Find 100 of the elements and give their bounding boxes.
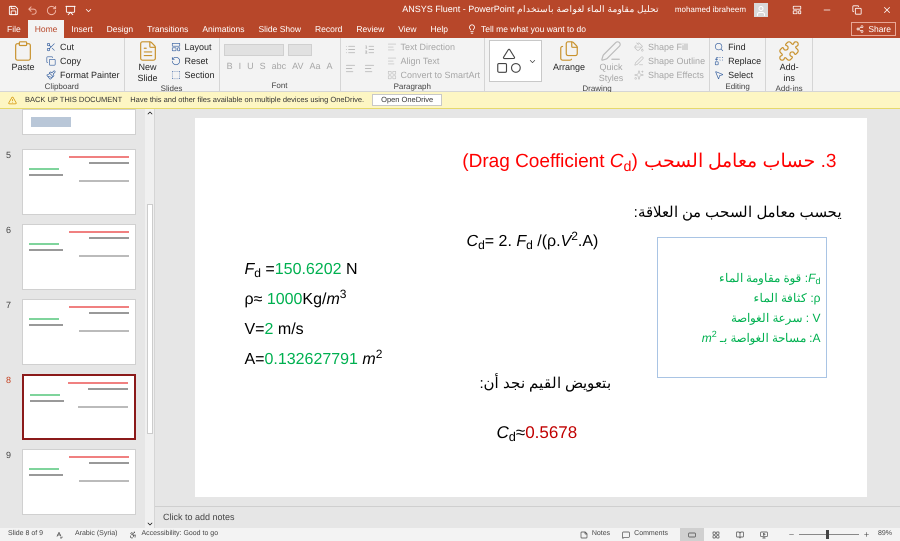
ribbon-tab[interactable]: Animations [195, 20, 252, 38]
spelling-icon[interactable] [55, 530, 64, 538]
ribbon-small-button[interactable]: Find [714, 40, 762, 54]
save-icon[interactable] [8, 4, 19, 16]
window-title: تحليل مقاومة الماء لغواصة باستخدام ANSYS Fluent - PowerPoint [401, 3, 659, 16]
ribbon-button-icon [600, 40, 622, 62]
ribbon-tab[interactable]: Review [349, 20, 392, 38]
zoom-out-icon[interactable] [788, 531, 795, 538]
ribbon-small-button[interactable]: Reset [170, 54, 215, 68]
ribbon-display-icon[interactable] [792, 5, 802, 15]
ribbon-large-button[interactable]: Add-ins [770, 40, 808, 84]
ribbon-button-icon [386, 42, 396, 52]
group-label: Slides [160, 84, 184, 94]
zoom-in-icon[interactable] [862, 531, 870, 538]
ribbon-button-icon [386, 56, 396, 66]
thumbnail-scrollbar[interactable] [145, 109, 155, 528]
shapes-gallery[interactable] [489, 40, 542, 82]
ribbon-small-button[interactable]: Format Painter [46, 68, 120, 82]
presentation-icon[interactable] [65, 4, 76, 16]
view-icon [760, 530, 768, 538]
legend-line: V : سرعة الغواصة [731, 310, 820, 324]
slide-number: 6 [6, 224, 12, 237]
ribbon-small-button[interactable]: Cut [46, 40, 120, 54]
ribbon-tab[interactable]: Home [28, 20, 64, 38]
slide-text: يحسب معامل السحب من العلاقة: [634, 204, 842, 221]
user-name: mohamed ibraheem [674, 4, 746, 16]
slide-title: 3. حساب معامل السحب [644, 150, 836, 174]
legend-line: ρ: كثافة الماء [754, 290, 820, 304]
share-icon [856, 25, 864, 33]
variable-line: V=2 m/s [244, 320, 305, 340]
group-label: Add-ins [774, 84, 804, 94]
result-line: C$_{d}$≈0.5678 [496, 422, 578, 446]
font-size-field[interactable] [288, 44, 312, 56]
ribbon-button-icon [634, 56, 644, 66]
ribbon-button-icon [46, 56, 56, 66]
view-icon [736, 530, 744, 538]
slide-number: 9 [6, 449, 12, 462]
ribbon-button-icon [558, 40, 580, 62]
warning-icon [8, 96, 17, 104]
ribbon-small-button[interactable]: Select [714, 68, 762, 82]
ribbon-button-icon [170, 70, 181, 80]
restore-icon[interactable] [852, 5, 862, 15]
ribbon-button-icon [170, 42, 181, 52]
group-label: Font [270, 81, 289, 91]
ribbon-tab[interactable]: Record [308, 20, 350, 38]
ribbon-tab[interactable]: Transitions [140, 20, 196, 38]
share-button[interactable]: Share [851, 22, 896, 36]
undo-icon[interactable] [27, 4, 38, 16]
close-icon[interactable] [882, 5, 892, 15]
comment-icon [622, 530, 630, 538]
scroll-up-icon[interactable] [146, 109, 154, 117]
ribbon-large-button[interactable]: New Slide [128, 40, 167, 84]
slide-thumbnail[interactable] [22, 374, 136, 440]
view-icon [712, 530, 720, 538]
ribbon-button-icon [386, 70, 396, 80]
group-label: Drawing [581, 84, 613, 94]
accessibility-icon [129, 530, 138, 538]
ribbon-tab[interactable]: Slide Show [251, 20, 308, 38]
ribbon-small-button[interactable]: Copy [46, 54, 120, 68]
ribbon-button-icon [12, 40, 34, 62]
font-name-field[interactable] [224, 44, 284, 56]
formula: C$_{d}$= 2. F$_{d}$ /(ρ.V$^{2}$.A) [466, 233, 598, 250]
align-icon[interactable] [364, 63, 374, 74]
variable-line: ρ≈ 1000Kg/m$^{3}$ [244, 288, 348, 310]
slide-title-english: (Drag Coefficient C$_{d}$) [462, 150, 638, 176]
ribbon-button-icon [170, 56, 181, 66]
variable-line: A=0.132627791 m$^{2}$ [244, 348, 382, 370]
align-icon[interactable] [344, 63, 356, 74]
ribbon-button-icon [46, 42, 56, 52]
ribbon-button-icon [46, 70, 56, 80]
slide-number: 7 [6, 299, 12, 312]
redo-icon[interactable] [46, 4, 57, 16]
zoom-thumb[interactable] [826, 530, 829, 539]
scroll-thumb[interactable] [146, 204, 152, 434]
ribbon-tab[interactable]: Insert [64, 20, 100, 38]
group-label: Editing [724, 82, 751, 92]
ribbon-tab[interactable]: View [391, 20, 424, 38]
ribbon-large-button[interactable]: Arrange [550, 40, 588, 73]
ribbon-large-button[interactable]: Paste [4, 40, 42, 73]
ribbon-small-button[interactable]: Section [170, 68, 215, 82]
slide-number: 8 [6, 374, 12, 387]
ribbon-tab[interactable]: Help [424, 20, 456, 38]
ribbon-button-icon [714, 70, 724, 80]
slide-number: 5 [6, 149, 12, 162]
group-label: Clipboard [44, 82, 80, 92]
lightbulb-icon [467, 24, 478, 34]
ribbon-button-icon [778, 40, 800, 62]
ribbon-small-button[interactable]: Replace [714, 54, 762, 68]
ribbon-button-icon [634, 70, 644, 80]
ribbon-button-icon [634, 42, 644, 52]
variable-line: F$_{d}$ =150.6202 N [244, 260, 358, 282]
ribbon-tab[interactable]: Design [100, 20, 140, 38]
ribbon-button-icon [714, 42, 724, 52]
ribbon-small-button[interactable]: Layout [170, 40, 215, 54]
numbering-icon[interactable] [364, 44, 374, 55]
scroll-down-icon[interactable] [146, 520, 154, 528]
view-button[interactable] [680, 528, 704, 541]
ribbon-tab[interactable]: File [0, 20, 28, 38]
tell-me-field[interactable]: Tell me what you want to do [481, 22, 642, 36]
notes-field[interactable]: Click to add notes [163, 510, 463, 524]
